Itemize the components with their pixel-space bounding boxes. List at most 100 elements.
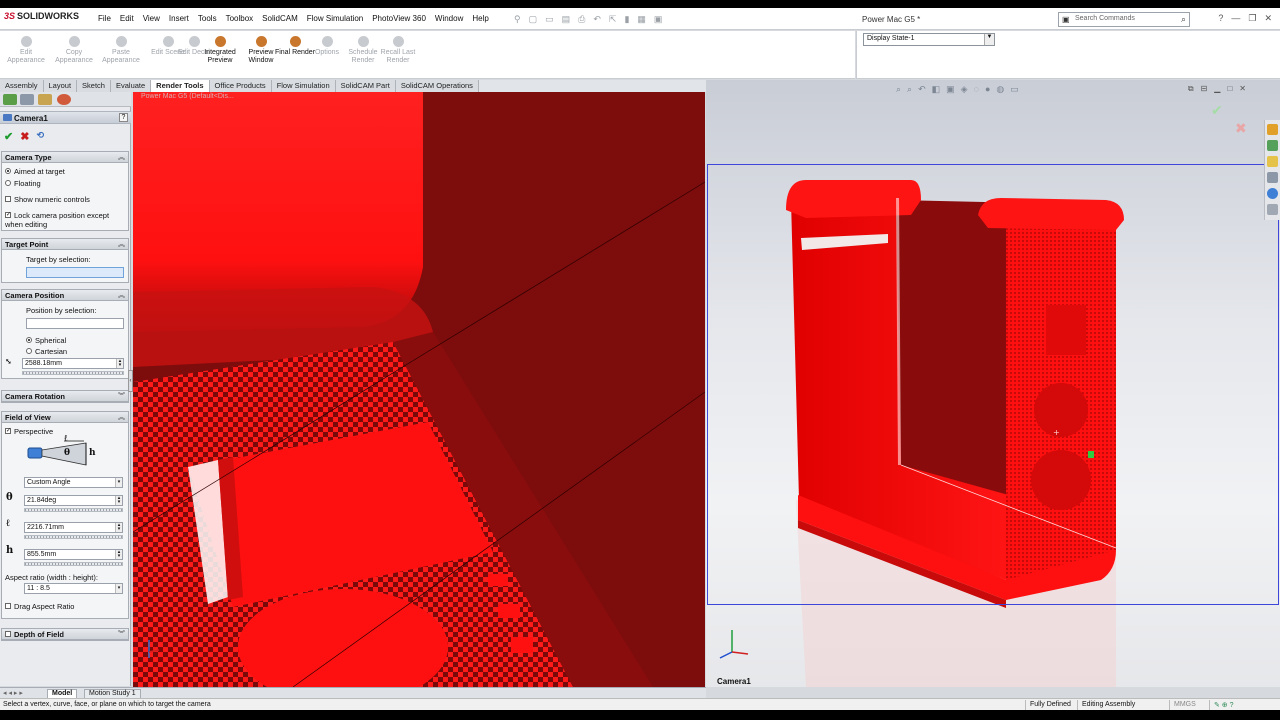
fov-distance-slider[interactable] (24, 535, 123, 539)
solidworks-logo[interactable]: 3S SOLIDWORKS (4, 11, 79, 21)
tab-sketch[interactable]: Sketch (77, 80, 111, 92)
search-scope-icon[interactable]: ▣ (1062, 15, 1070, 24)
close-icon[interactable]: ✕ (1264, 13, 1272, 24)
tab-scroll-icons[interactable]: ◂ ◂ ▸ ▸ (3, 689, 23, 697)
configuration-manager-tab-icon[interactable] (38, 94, 52, 105)
collapse-icon[interactable]: ︽ (118, 412, 125, 422)
tab-assembly[interactable]: Assembly (0, 80, 44, 92)
tab-layout[interactable]: Layout (43, 80, 78, 92)
cancel-x-icon[interactable]: ✖ (20, 130, 29, 143)
menu-item-edit[interactable]: Edit (120, 14, 134, 23)
paste-appearance-button[interactable]: Paste Appearance (99, 36, 143, 65)
recall-last-render-button[interactable]: Recall Last Render (376, 36, 420, 65)
graphics-area-right[interactable]: ⌕ ⌕ ↶ ◧ ▣ ◈ ◌ ● ◍ ▭ ⧉ ⊟ ▁ □ ✕ ✔ ✖ + Came… (706, 80, 1280, 687)
chevron-down-icon[interactable]: ▾ (115, 584, 122, 593)
drag-aspect-ratio-checkbox[interactable]: Drag Aspect Ratio (5, 602, 74, 611)
chevron-down-icon[interactable]: ▾ (115, 478, 122, 487)
print-icon[interactable]: ⎙ (578, 14, 585, 25)
tab-evaluate[interactable]: Evaluate (110, 80, 152, 92)
ok-check-icon[interactable]: ✔ (4, 130, 13, 143)
tab-solidcam-operations[interactable]: SolidCAM Operations (395, 80, 479, 92)
menu-item-toolbox[interactable]: Toolbox (226, 14, 254, 23)
menu-item-insert[interactable]: Insert (169, 14, 189, 23)
tab-motion-study[interactable]: Motion Study 1 (84, 689, 141, 698)
menu-item-file[interactable]: File (98, 14, 111, 23)
camera-distance-slider[interactable] (22, 371, 124, 375)
display-manager-tab-icon[interactable] (57, 94, 71, 105)
select-icon[interactable]: ⇱ (609, 14, 617, 25)
camera-distance-field[interactable]: 2588.18mm ▴ ▾ (22, 358, 124, 369)
collapse-icon[interactable]: ︽ (118, 152, 125, 162)
checkbox-icon[interactable] (5, 631, 11, 638)
menu-item-window[interactable]: Window (435, 14, 463, 23)
camera-type-header[interactable]: Camera Type ︽ (2, 152, 128, 163)
edit-appearance-button[interactable]: Edit Appearance (4, 36, 48, 65)
view-palette-icon[interactable] (1267, 172, 1278, 183)
pin-icon[interactable]: ⚲ (514, 14, 521, 25)
search-icon[interactable]: ⌕ (1181, 14, 1186, 25)
appearances-icon[interactable] (1267, 188, 1278, 199)
feature-manager-tab-icon[interactable] (3, 94, 17, 105)
spinner-icon[interactable]: ▴ ▾ (115, 550, 122, 559)
chevron-down-icon[interactable]: ▼ (984, 34, 994, 45)
options-icon[interactable]: ▣ (654, 14, 663, 25)
save-icon[interactable]: ▤ (562, 14, 571, 25)
floating-radio[interactable]: Floating (5, 179, 41, 188)
perspective-checkbox[interactable]: ✓ Perspective (5, 427, 53, 436)
status-icons[interactable]: ✎ ⊕ ? (1209, 700, 1280, 710)
spherical-radio[interactable]: Spherical (26, 336, 66, 345)
rebuild-icon[interactable]: ▮ (624, 14, 629, 25)
home-icon[interactable] (1267, 124, 1278, 135)
aimed-at-target-radio[interactable]: Aimed at target (5, 167, 65, 176)
feature-tree-flyout[interactable]: Power Mac G5 (Default<Dis... (141, 93, 234, 100)
show-numeric-checkbox[interactable]: Show numeric controls (5, 195, 90, 204)
spinner-icon[interactable]: ▴ ▾ (116, 359, 123, 368)
cartesian-radio[interactable]: Cartesian (26, 347, 67, 356)
fov-height-slider[interactable] (24, 562, 123, 566)
fov-preset-select[interactable]: Custom Angle ▾ (24, 477, 123, 488)
collapse-panel-handle[interactable]: ‹ (128, 370, 133, 392)
menu-item-tools[interactable]: Tools (198, 14, 217, 23)
camera-rotation-header[interactable]: Camera Rotation ︾ (2, 391, 128, 402)
fov-distance-field[interactable]: 2216.71mm ▴ ▾ (24, 522, 123, 533)
status-units[interactable]: MMGS (1169, 700, 1209, 710)
position-selection-box[interactable] (26, 318, 124, 329)
collapse-icon[interactable]: ︽ (118, 290, 125, 300)
help-button[interactable]: ? (119, 113, 128, 122)
file-properties-icon[interactable]: ▦ (637, 14, 646, 25)
menu-item-view[interactable]: View (143, 14, 160, 23)
minimize-icon[interactable]: — (1231, 13, 1240, 24)
tab-solidcam-part[interactable]: SolidCAM Part (335, 80, 396, 92)
menu-item-solidcam[interactable]: SolidCAM (262, 14, 298, 23)
graphics-area-left[interactable]: Power Mac G5 (Default<Dis... (133, 92, 705, 687)
undo-icon[interactable]: ↶ (593, 14, 601, 25)
design-library-icon[interactable] (1267, 140, 1278, 151)
collapse-icon[interactable]: ︽ (118, 239, 125, 249)
help-icon[interactable]: ? (1218, 13, 1223, 24)
tab-render-tools[interactable]: Render Tools (151, 80, 210, 92)
file-explorer-icon[interactable] (1267, 156, 1278, 167)
new-icon[interactable]: ▢ (529, 14, 538, 25)
tab-office-products[interactable]: Office Products (209, 80, 272, 92)
fov-angle-slider[interactable] (24, 508, 123, 512)
spinner-icon[interactable]: ▴ ▾ (115, 496, 122, 505)
menu-item-photoview-360[interactable]: PhotoView 360 (372, 14, 426, 23)
integrated-preview-button[interactable]: Integrated Preview (198, 36, 242, 65)
spinner-icon[interactable]: ▴ ▾ (115, 523, 122, 532)
custom-properties-icon[interactable] (1267, 204, 1278, 215)
lock-position-checkbox[interactable]: ✓ Lock camera position except when editin… (5, 211, 127, 229)
camera-position-header[interactable]: Camera Position ︽ (2, 290, 128, 301)
expand-icon[interactable]: ︾ (118, 629, 125, 639)
pushpin-icon[interactable]: ⟲ (36, 130, 44, 143)
menu-item-flow-simulation[interactable]: Flow Simulation (307, 14, 363, 23)
fov-height-field[interactable]: 855.5mm ▴ ▾ (24, 549, 123, 560)
expand-icon[interactable]: ︾ (118, 391, 125, 401)
tab-model[interactable]: Model (47, 689, 78, 698)
menu-item-help[interactable]: Help (472, 14, 488, 23)
open-icon[interactable]: ▭ (545, 14, 554, 25)
property-manager-tab-icon[interactable] (20, 94, 34, 105)
target-point-header[interactable]: Target Point ︽ (2, 239, 128, 250)
copy-appearance-button[interactable]: Copy Appearance (52, 36, 96, 65)
fov-angle-field[interactable]: 21.84deg ▴ ▾ (24, 495, 123, 506)
depth-of-field-header[interactable]: Depth of Field ︾ (2, 629, 128, 640)
